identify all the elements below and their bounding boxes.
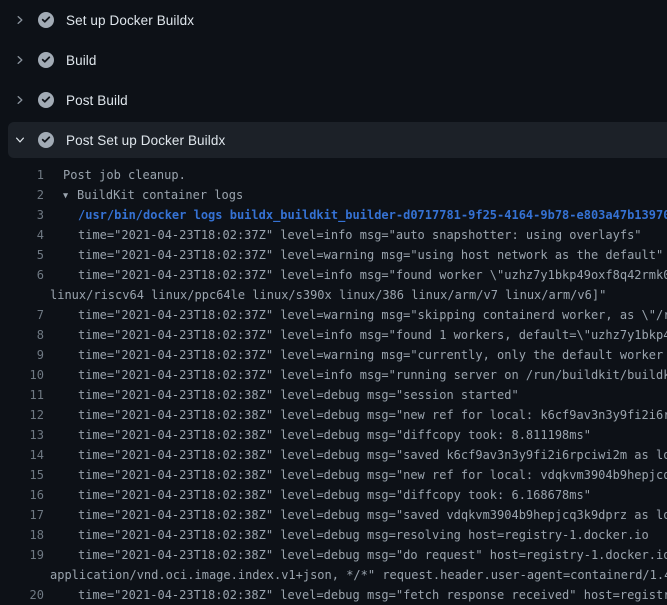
log-line: 12 time="2021-04-23T18:02:38Z" level=debu…	[0, 405, 667, 425]
log-line: 13 time="2021-04-23T18:02:38Z" level=debu…	[0, 425, 667, 445]
log-line: 4 time="2021-04-23T18:02:37Z" level=info …	[0, 225, 667, 245]
log-line: 6 time="2021-04-23T18:02:37Z" level=info …	[0, 265, 667, 285]
log-text: time="2021-04-23T18:02:38Z" level=debug …	[50, 485, 591, 505]
log-line: 15 time="2021-04-23T18:02:38Z" level=debu…	[0, 465, 667, 485]
log-text: time="2021-04-23T18:02:38Z" level=debug …	[50, 405, 667, 425]
line-number: 12	[0, 405, 44, 425]
log-line: 18 time="2021-04-23T18:02:38Z" level=debu…	[0, 525, 667, 545]
log-command-text: /usr/bin/docker logs buildx_buildkit_bui…	[50, 205, 667, 225]
log-line: 19 time="2021-04-23T18:02:38Z" level=debu…	[0, 545, 667, 565]
line-number: 17	[0, 505, 44, 525]
line-number	[0, 565, 44, 585]
line-number	[0, 285, 44, 305]
line-number: 11	[0, 385, 44, 405]
log-text: time="2021-04-23T18:02:38Z" level=debug …	[50, 525, 649, 545]
log-line: 17 time="2021-04-23T18:02:38Z" level=debu…	[0, 505, 667, 525]
log-text: time="2021-04-23T18:02:37Z" level=info m…	[50, 265, 667, 285]
log-line: 1 Post job cleanup.	[0, 165, 667, 185]
line-number: 10	[0, 365, 44, 385]
chevron-right-icon	[12, 92, 28, 108]
log-line: 11 time="2021-04-23T18:02:38Z" level=debu…	[0, 385, 667, 405]
step-header-build[interactable]: Build	[0, 40, 667, 80]
log-line: 14 time="2021-04-23T18:02:38Z" level=debu…	[0, 445, 667, 465]
log-line: 7 time="2021-04-23T18:02:37Z" level=warni…	[0, 305, 667, 325]
log-text: time="2021-04-23T18:02:38Z" level=debug …	[50, 445, 667, 465]
log-text: time="2021-04-23T18:02:37Z" level=warnin…	[50, 245, 663, 265]
line-number: 4	[0, 225, 44, 245]
log-line: 10 time="2021-04-23T18:02:37Z" level=info…	[0, 365, 667, 385]
log-text: time="2021-04-23T18:02:38Z" level=debug …	[50, 585, 667, 605]
check-circle-icon	[38, 132, 54, 148]
step-header-post-build[interactable]: Post Build	[0, 80, 667, 120]
chevron-right-icon	[12, 12, 28, 28]
log-line: 2 ▼BuildKit container logs	[0, 185, 667, 205]
log-text: time="2021-04-23T18:02:38Z" level=debug …	[50, 545, 667, 565]
line-number: 1	[0, 165, 44, 185]
log-line: application/vnd.oci.image.index.v1+json,…	[0, 565, 667, 585]
line-number: 9	[0, 345, 44, 365]
log-text: time="2021-04-23T18:02:38Z" level=debug …	[50, 425, 591, 445]
line-number: 14	[0, 445, 44, 465]
line-number: 18	[0, 525, 44, 545]
step-label: Post Build	[66, 93, 128, 108]
line-number: 6	[0, 265, 44, 285]
log-line: 20 time="2021-04-23T18:02:38Z" level=debu…	[0, 585, 667, 605]
line-number: 7	[0, 305, 44, 325]
chevron-down-icon	[12, 132, 28, 148]
log-line: 16 time="2021-04-23T18:02:38Z" level=debu…	[0, 485, 667, 505]
line-number: 13	[0, 425, 44, 445]
line-number: 20	[0, 585, 44, 605]
chevron-right-icon	[12, 52, 28, 68]
log-text: time="2021-04-23T18:02:37Z" level=info m…	[50, 225, 642, 245]
step-label: Post Set up Docker Buildx	[66, 133, 225, 148]
step-header-post-setup-docker-buildx[interactable]: Post Set up Docker Buildx	[0, 120, 667, 160]
check-circle-icon	[38, 52, 54, 68]
log-line: 8 time="2021-04-23T18:02:37Z" level=info …	[0, 325, 667, 345]
log-text: ▼BuildKit container logs	[50, 185, 243, 205]
line-number: 16	[0, 485, 44, 505]
line-number: 2	[0, 185, 44, 205]
log-text: time="2021-04-23T18:02:38Z" level=debug …	[50, 465, 667, 485]
log-text: time="2021-04-23T18:02:38Z" level=debug …	[50, 385, 519, 405]
check-circle-icon	[38, 92, 54, 108]
log-text: Post job cleanup.	[50, 165, 186, 185]
log-text: application/vnd.oci.image.index.v1+json,…	[50, 565, 667, 585]
line-number: 3	[0, 205, 44, 225]
steps-list: Set up Docker Buildx Build Post Build Po…	[0, 0, 667, 160]
step-label: Set up Docker Buildx	[66, 13, 194, 28]
step-label: Build	[66, 53, 97, 68]
line-number: 19	[0, 545, 44, 565]
check-circle-icon	[38, 12, 54, 28]
log-line: 5 time="2021-04-23T18:02:37Z" level=warni…	[0, 245, 667, 265]
line-number: 5	[0, 245, 44, 265]
log-line: 9 time="2021-04-23T18:02:37Z" level=warni…	[0, 345, 667, 365]
log-line: linux/riscv64 linux/ppc64le linux/s390x …	[0, 285, 667, 305]
log-text: linux/riscv64 linux/ppc64le linux/s390x …	[50, 285, 606, 305]
step-header-setup-docker-buildx[interactable]: Set up Docker Buildx	[0, 0, 667, 40]
log-line: 3/usr/bin/docker logs buildx_buildkit_bu…	[0, 205, 667, 225]
log-text: time="2021-04-23T18:02:37Z" level=info m…	[50, 365, 667, 385]
log-text: time="2021-04-23T18:02:37Z" level=warnin…	[50, 345, 667, 365]
log-lines: 1 Post job cleanup. 2 ▼BuildKit container l…	[0, 160, 667, 605]
log-text: time="2021-04-23T18:02:38Z" level=debug …	[50, 505, 667, 525]
line-number: 15	[0, 465, 44, 485]
group-toggle-icon[interactable]: ▼	[63, 186, 77, 206]
log-text: time="2021-04-23T18:02:37Z" level=warnin…	[50, 305, 667, 325]
log-text: time="2021-04-23T18:02:37Z" level=info m…	[50, 325, 667, 345]
line-number: 8	[0, 325, 44, 345]
